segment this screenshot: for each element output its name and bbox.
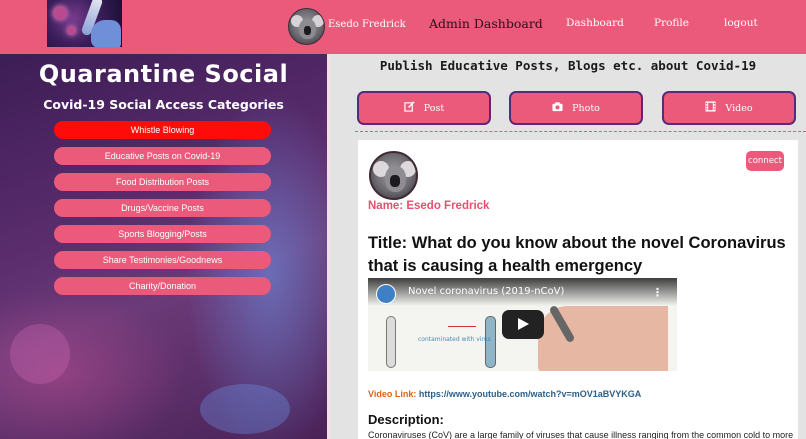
video-handwriting: contaminated with virus — [418, 336, 491, 343]
person-figure — [386, 316, 396, 368]
description-text: Coronaviruses (CoV) are a large family o… — [368, 430, 794, 439]
nav-dashboard-link[interactable]: Dashboard — [566, 17, 624, 29]
edit-icon — [404, 101, 415, 115]
arrow-drawing — [448, 326, 476, 327]
category-sports-blogging[interactable]: Sports Blogging/Posts — [54, 225, 271, 243]
description-heading: Description: — [368, 412, 444, 427]
header-user-name: Esedo Fredrick — [328, 19, 406, 30]
category-sidebar: Quarantine Social Covid-19 Social Access… — [0, 54, 327, 439]
post-author-name: Name: Esedo Fredrick — [368, 200, 490, 212]
category-educative-posts[interactable]: Educative Posts on Covid-19 — [54, 147, 271, 165]
admin-dashboard-label: Admin Dashboard — [429, 16, 543, 31]
nav-profile-link[interactable]: Profile — [654, 17, 689, 29]
video-button[interactable]: Video — [662, 91, 796, 125]
more-options-icon[interactable]: ⋮ — [652, 286, 663, 299]
photo-button-label: Photo — [572, 102, 600, 114]
nav-logout-link[interactable]: logout — [724, 17, 758, 29]
virus-decoration — [53, 6, 67, 20]
category-food-distribution[interactable]: Food Distribution Posts — [54, 173, 271, 191]
video-title[interactable]: Novel coronavirus (2019-nCoV) — [408, 286, 564, 297]
category-testimonies[interactable]: Share Testimonies/Goodnews — [54, 251, 271, 269]
video-link[interactable]: https://www.youtube.com/watch?v=mOV1aBVY… — [419, 389, 641, 399]
post-button[interactable]: Post — [357, 91, 491, 125]
video-link-row: Video Link: https://www.youtube.com/watc… — [368, 389, 641, 399]
video-embed[interactable]: contaminated with virus Novel coronaviru… — [368, 278, 677, 371]
connect-button[interactable]: connect — [746, 151, 784, 171]
virus-decoration — [10, 324, 70, 384]
video-button-label: Video — [725, 102, 753, 114]
category-charity[interactable]: Charity/Donation — [54, 277, 271, 295]
glove-decoration — [91, 20, 121, 47]
camera-icon — [552, 101, 563, 115]
dashed-divider — [355, 131, 806, 132]
post-button-label: Post — [423, 102, 445, 114]
glove-decoration — [200, 384, 290, 434]
photo-button[interactable]: Photo — [509, 91, 643, 125]
film-icon — [705, 101, 716, 115]
post-author-avatar[interactable] — [369, 151, 418, 200]
publish-heading: Publish Educative Posts, Blogs etc. abou… — [379, 58, 757, 73]
sidebar-subtitle: Covid-19 Social Access Categories — [43, 97, 284, 112]
koala-nose — [304, 26, 311, 35]
play-button-icon[interactable] — [502, 310, 544, 339]
category-whistle-blowing[interactable]: Whistle Blowing — [54, 121, 271, 139]
top-navbar: Esedo Fredrick Admin Dashboard Dashboard… — [0, 0, 806, 54]
post-card: connect Name: Esedo Fredrick Title: What… — [358, 140, 798, 439]
user-avatar[interactable] — [288, 8, 325, 45]
post-title: Title: What do you know about the novel … — [368, 234, 786, 275]
koala-nose — [390, 175, 400, 187]
channel-logo-icon[interactable] — [376, 284, 396, 304]
virus-decoration — [67, 26, 76, 35]
category-drugs-vaccine[interactable]: Drugs/Vaccine Posts — [54, 199, 271, 217]
site-logo[interactable] — [47, 0, 122, 47]
sidebar-title: Quarantine Social — [38, 60, 289, 88]
main-content: Publish Educative Posts, Blogs etc. abou… — [330, 54, 806, 439]
video-link-label: Video Link: — [368, 389, 417, 399]
